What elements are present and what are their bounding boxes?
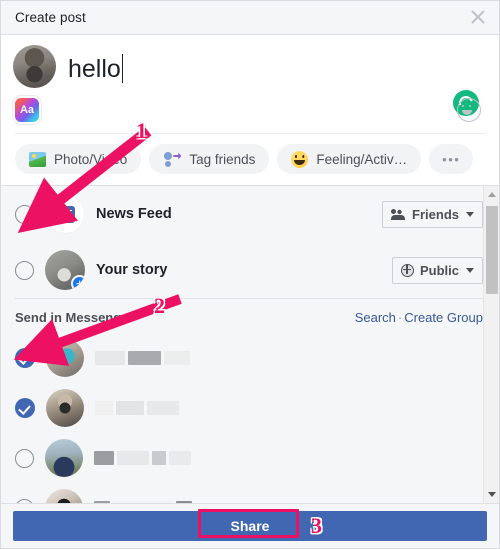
avatar xyxy=(13,45,56,88)
chevron-down-icon xyxy=(466,267,474,273)
contact-row[interactable] xyxy=(15,433,483,483)
messenger-links: Search · Create Group xyxy=(355,310,483,325)
contact-checkbox[interactable] xyxy=(15,398,35,418)
feeling-activity-icon xyxy=(291,150,309,168)
your-story-avatar xyxy=(45,250,85,290)
share-button[interactable]: Share xyxy=(13,511,487,541)
feeling-activity-button[interactable]: Feeling/Activ… xyxy=(277,144,422,174)
contact-row[interactable] xyxy=(15,333,483,383)
post-text-value: hello xyxy=(68,55,121,83)
photo-video-icon xyxy=(29,151,46,167)
your-story-label: Your story xyxy=(96,262,168,278)
background-color-icon[interactable]: Aa xyxy=(15,98,39,122)
tag-friends-button[interactable]: Tag friends xyxy=(149,144,270,174)
composer-row: hello xyxy=(13,45,487,91)
share-destinations-scroll: News Feed Friends Your story Public Send… xyxy=(1,185,499,503)
news-feed-audience-selector[interactable]: Friends xyxy=(382,200,483,228)
your-story-audience-label: Public xyxy=(419,262,459,278)
link-separator: · xyxy=(397,310,403,325)
search-link[interactable]: Search xyxy=(355,310,396,325)
dialog-footer: Share xyxy=(1,503,499,548)
contact-row[interactable] xyxy=(15,483,483,503)
contact-name-redacted xyxy=(94,451,191,465)
close-icon[interactable] xyxy=(465,4,491,30)
news-feed-label: News Feed xyxy=(96,206,172,222)
destination-your-story[interactable]: Your story Public xyxy=(15,242,483,298)
dialog-title: Create post xyxy=(15,10,86,25)
destination-news-feed[interactable]: News Feed Friends xyxy=(15,186,483,242)
messenger-title: Send in Messenger xyxy=(15,310,134,325)
composer-actions: Photo/Video Tag friends Feeling/Activ… •… xyxy=(13,134,487,185)
vertical-scrollbar[interactable] xyxy=(483,186,499,503)
photo-video-button[interactable]: Photo/Video xyxy=(15,144,142,174)
contact-checkbox[interactable] xyxy=(15,348,35,368)
news-feed-radio[interactable] xyxy=(15,204,34,224)
friends-icon xyxy=(391,208,406,220)
contact-avatar xyxy=(46,339,84,377)
text-caret xyxy=(121,54,123,83)
contact-row[interactable] xyxy=(15,383,483,433)
feeling-activity-label: Feeling/Activ… xyxy=(316,151,408,167)
scroll-up-arrow[interactable] xyxy=(484,186,499,203)
create-post-dialog: Create post hello Aa Photo/Video Tag fri… xyxy=(0,0,500,549)
create-group-link[interactable]: Create Group xyxy=(404,310,483,325)
scroll-down-arrow[interactable] xyxy=(484,486,499,503)
photo-video-label: Photo/Video xyxy=(54,151,128,167)
dialog-titlebar: Create post xyxy=(1,1,499,35)
news-feed-audience-label: Friends xyxy=(412,206,459,222)
share-destinations-list: News Feed Friends Your story Public Send… xyxy=(1,186,499,503)
scrollbar-thumb[interactable] xyxy=(486,206,498,294)
emoji-smiley-icon[interactable] xyxy=(457,98,481,122)
add-to-story-icon xyxy=(71,275,85,290)
contact-avatar xyxy=(46,389,84,427)
tag-friends-label: Tag friends xyxy=(189,151,256,167)
post-composer: hello Aa Photo/Video Tag friends Feeling… xyxy=(1,35,499,185)
contact-avatar xyxy=(45,489,83,503)
tag-friends-icon xyxy=(163,151,181,167)
globe-icon xyxy=(400,263,414,277)
chevron-down-icon xyxy=(466,211,474,217)
composer-tools: Aa xyxy=(13,91,487,133)
contact-name-redacted xyxy=(95,351,190,365)
contact-checkbox[interactable] xyxy=(15,448,34,468)
news-feed-icon xyxy=(45,194,85,234)
post-text-input[interactable]: hello xyxy=(68,45,123,91)
contact-name-redacted xyxy=(95,401,179,415)
more-options-button[interactable]: ••• xyxy=(429,144,474,174)
your-story-audience-selector[interactable]: Public xyxy=(391,256,483,284)
contact-avatar xyxy=(45,439,83,477)
your-story-radio[interactable] xyxy=(15,260,34,280)
messenger-header: Send in Messenger Search · Create Group xyxy=(15,299,483,333)
